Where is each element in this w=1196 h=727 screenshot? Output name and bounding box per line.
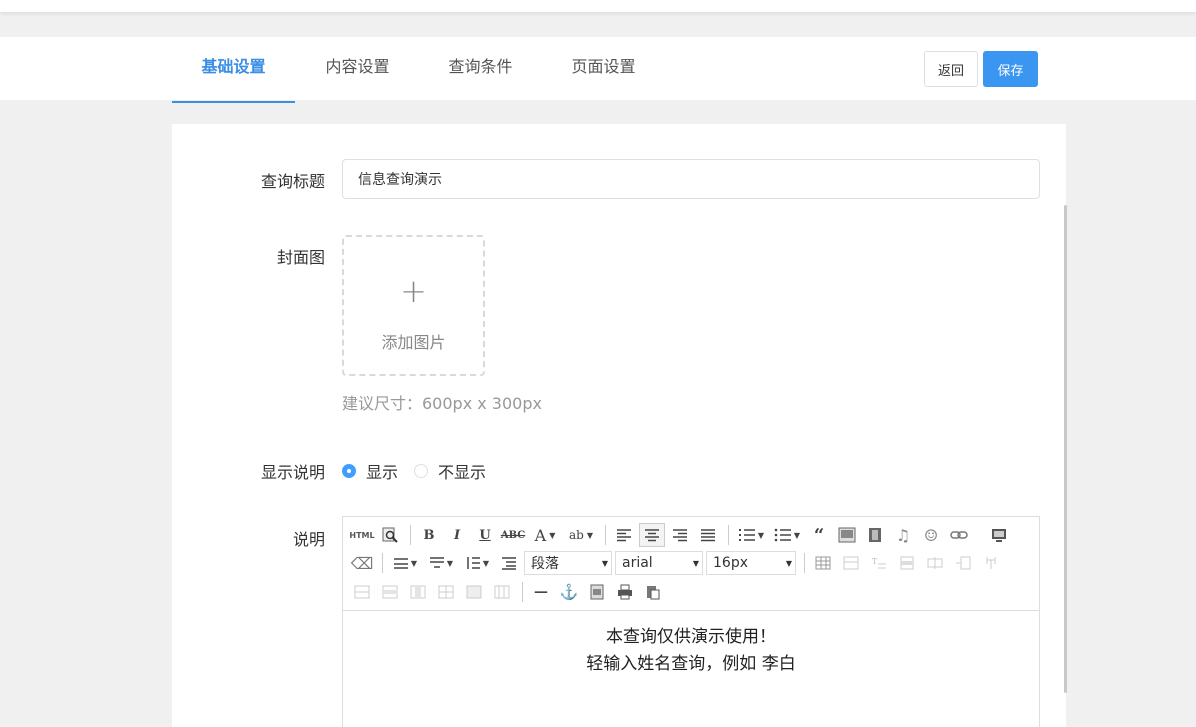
horizontal-rule-icon[interactable]: — (528, 580, 554, 604)
merge-cells-icon[interactable] (950, 551, 976, 575)
preview-icon[interactable] (377, 523, 403, 547)
fullscreen-icon[interactable] (986, 523, 1012, 547)
line-spacing-icon[interactable]: ▼ (460, 551, 494, 575)
radio-hide[interactable]: 不显示 (414, 459, 486, 483)
upload-text: 添加图片 (381, 333, 446, 352)
highlight-icon[interactable]: ab ▼ (564, 523, 598, 547)
blockquote-icon[interactable]: “ (806, 523, 832, 547)
insert-frame-icon[interactable] (584, 580, 610, 604)
align-justify-icon[interactable] (695, 523, 721, 547)
insert-row-icon[interactable] (894, 551, 920, 575)
link-icon[interactable] (946, 523, 972, 547)
strikethrough-icon[interactable]: ABC (500, 523, 526, 547)
rich-text-editor: HTML B I U ABC A ▼ ab ▼ ▼ ▼ “ ♫ ☺ ⌫ ▼ ▼ … (342, 516, 1040, 727)
title-label: 查询标题 (260, 172, 325, 191)
underline-icon[interactable]: U (472, 523, 498, 547)
table-row-icon-2[interactable] (377, 580, 403, 604)
bold-icon[interactable]: B (416, 523, 442, 547)
table-title-icon[interactable]: T (866, 551, 892, 575)
paragraph-select[interactable]: 段落 ▼ (524, 551, 612, 575)
align-left-icon[interactable] (611, 523, 637, 547)
align-center-icon[interactable] (639, 523, 665, 547)
font-color-icon[interactable]: A ▼ (528, 523, 562, 547)
font-family-select[interactable]: arial ▼ (615, 551, 703, 575)
print-icon[interactable] (612, 580, 638, 604)
line-height-bottom-icon[interactable]: ▼ (424, 551, 458, 575)
paste-icon[interactable] (640, 580, 666, 604)
table-row-icon-1[interactable] (349, 580, 375, 604)
html-source-icon[interactable]: HTML (349, 523, 375, 547)
title-input[interactable]: 信息查询演示 (342, 159, 1040, 199)
show-desc-label: 显示说明 (260, 463, 325, 482)
desc-label: 说明 (292, 530, 325, 549)
table-col-icon-1[interactable] (405, 580, 431, 604)
tab-basic-settings[interactable]: 基础设置 (172, 37, 295, 103)
tab-query-conditions[interactable]: 查询条件 (423, 37, 538, 100)
music-icon[interactable]: ♫ (890, 523, 916, 547)
editor-toolbar: HTML B I U ABC A ▼ ab ▼ ▼ ▼ “ ♫ ☺ ⌫ ▼ ▼ … (343, 517, 1039, 611)
show-desc-radio-group: 显示 不显示 (342, 459, 486, 483)
radio-show[interactable]: 显示 (342, 459, 398, 483)
insert-col-icon[interactable] (922, 551, 948, 575)
content-line-2: 轻输入姓名查询，例如 李白 (586, 654, 796, 674)
back-button[interactable]: 返回 (924, 51, 978, 87)
video-icon[interactable] (862, 523, 888, 547)
line-height-top-icon[interactable]: ▼ (388, 551, 422, 575)
image-icon[interactable] (834, 523, 860, 547)
insert-table-icon[interactable] (810, 551, 836, 575)
table-split-icon[interactable] (489, 580, 515, 604)
tab-page-settings[interactable]: 页面设置 (546, 37, 661, 100)
split-cells-icon[interactable] (978, 551, 1004, 575)
radio-checked-icon[interactable] (342, 464, 356, 478)
align-right-icon[interactable] (667, 523, 693, 547)
editor-content[interactable]: 本查询仅供演示使用！ 轻输入姓名查询，例如 李白 (343, 612, 1039, 727)
eraser-icon[interactable]: ⌫ (349, 551, 375, 575)
top-bar (0, 0, 1196, 12)
plus-icon: + (400, 272, 427, 310)
table-delete-icon[interactable] (838, 551, 864, 575)
font-size-select[interactable]: 16px ▼ (706, 551, 796, 575)
italic-icon[interactable]: I (444, 523, 470, 547)
header: 基础设置 内容设置 查询条件 页面设置 返回 保存 (0, 37, 1196, 103)
table-col-icon-2[interactable] (433, 580, 459, 604)
size-hint: 建议尺寸：600px x 300px (342, 394, 542, 413)
table-merge-icon[interactable] (461, 580, 487, 604)
radio-unchecked-icon[interactable] (414, 464, 429, 478)
tab-content-settings[interactable]: 内容设置 (300, 37, 415, 100)
cover-label: 封面图 (276, 248, 325, 267)
save-button[interactable]: 保存 (983, 51, 1038, 87)
form-card: 查询标题 信息查询演示 封面图 + 添加图片 建议尺寸：600px x 300p… (172, 124, 1066, 727)
indent-icon[interactable] (496, 551, 522, 575)
anchor-icon[interactable]: ⚓ (556, 580, 582, 604)
content-line-1: 本查询仅供演示使用！ (606, 627, 776, 647)
scrollbar[interactable] (1064, 205, 1067, 693)
cover-upload[interactable]: + 添加图片 (342, 235, 485, 376)
svg-text:T: T (872, 557, 878, 566)
emoji-icon[interactable]: ☺ (918, 523, 944, 547)
unordered-list-icon[interactable]: ▼ (770, 523, 804, 547)
ordered-list-icon[interactable]: ▼ (734, 523, 768, 547)
